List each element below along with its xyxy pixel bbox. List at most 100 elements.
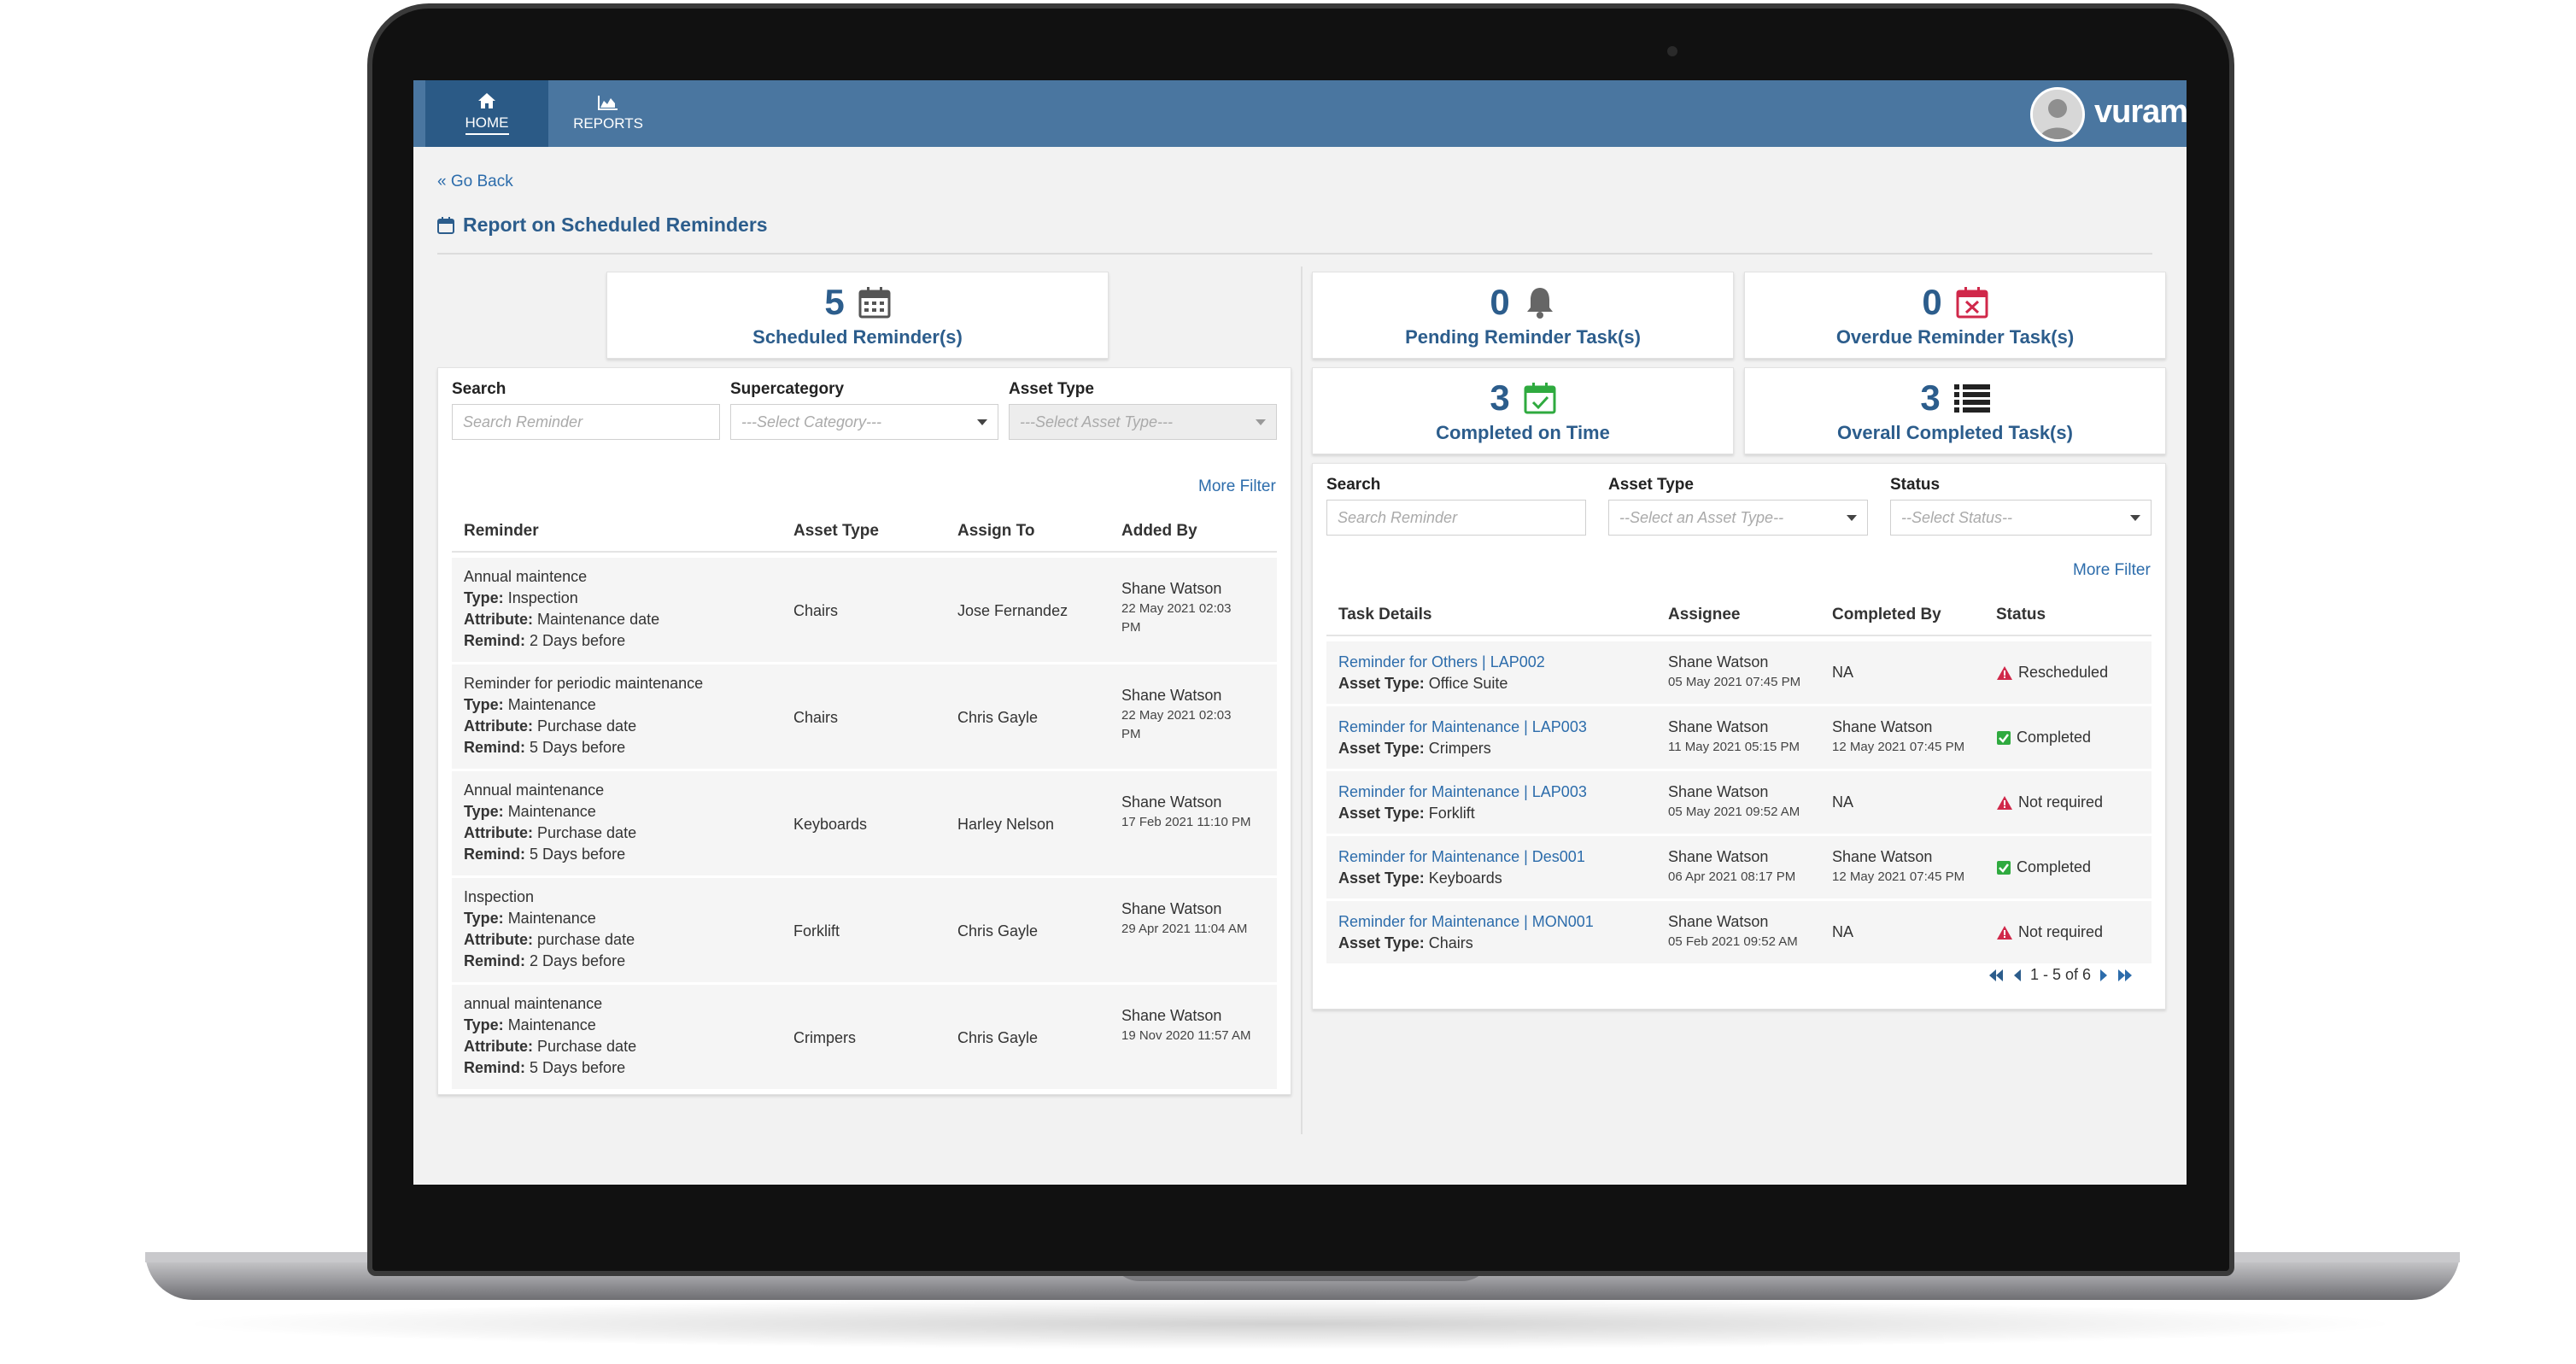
completed-on-time-label: Completed on Time (1436, 422, 1610, 443)
user-avatar[interactable] (2030, 87, 2085, 142)
col-asset-type[interactable]: Asset Type (793, 522, 879, 541)
brand-logo: vuram (2094, 94, 2187, 130)
col-completed-by[interactable]: Completed By (1832, 606, 1941, 624)
asset-type-value: Chairs (1428, 934, 1473, 951)
added-by-cell: Shane Watson 19 Nov 2020 11:57 AM (1121, 1005, 1267, 1045)
col-assign-to[interactable]: Assign To (957, 522, 1034, 541)
type-label: Type: (464, 1016, 504, 1033)
task-asset: Asset Type: Keyboards (1338, 868, 1585, 889)
completed-on: 12 May 2021 07:45 PM (1832, 740, 1965, 754)
first-page-icon[interactable] (1988, 969, 2005, 982)
left-asset-type-select[interactable]: ---Select Asset Type--- (1009, 404, 1277, 440)
added-by-cell: Shane Watson 22 May 2021 02:03 PM (1121, 578, 1267, 637)
remind-label: Remind: (464, 1059, 525, 1076)
reminder-remind: Remind: 2 Days before (464, 951, 635, 972)
task-row[interactable]: Reminder for Maintenance | LAP003 Asset T… (1326, 706, 2152, 771)
list-icon (1953, 384, 1990, 413)
reminder-remind: Remind: 2 Days before (464, 630, 659, 652)
attribute-value: Maintenance date (537, 611, 660, 628)
prev-page-icon[interactable] (2013, 969, 2022, 982)
reminder-type: Type: Maintenance (464, 908, 635, 929)
reminder-row[interactable]: Annual maintenance Type: Maintenance Attri… (452, 771, 1277, 878)
col-added-by[interactable]: Added By (1121, 522, 1197, 541)
added-on-suffix: PM (1121, 620, 1141, 635)
go-back-link[interactable]: « Go Back (437, 173, 513, 191)
left-more-filter-link[interactable]: More Filter (1198, 477, 1276, 496)
assigned-on: 05 May 2021 07:45 PM (1668, 675, 1801, 689)
completed-by-name: Shane Watson (1832, 848, 1933, 865)
asset-type-cell: Chairs (793, 602, 839, 619)
chevron-down-icon (2130, 515, 2140, 521)
reminder-row[interactable]: annual maintenance Type: Maintenance Attri… (452, 985, 1277, 1092)
reminder-remind: Remind: 5 Days before (464, 1057, 636, 1079)
col-status[interactable]: Status (1996, 606, 2046, 624)
next-page-icon[interactable] (2099, 969, 2108, 982)
right-more-filter-link[interactable]: More Filter (2073, 561, 2151, 580)
reminder-row[interactable]: Reminder for periodic maintenance Type: M… (452, 664, 1277, 771)
task-link[interactable]: Reminder for Others | LAP002 (1338, 652, 1545, 673)
assignee-cell: Shane Watson 05 Feb 2021 09:52 AM (1668, 911, 1798, 951)
chevron-down-icon (1847, 515, 1857, 521)
pagination: 1 - 5 of 6 (1988, 966, 2134, 984)
col-task-details[interactable]: Task Details (1338, 606, 1431, 624)
task-details-cell: Reminder for Maintenance | LAP003 Asset T… (1338, 782, 1587, 824)
completed-on-time-count: 3 (1490, 378, 1510, 418)
reminder-type: Type: Maintenance (464, 801, 636, 822)
reminder-details: Annual maintence Type: Inspection Attribut… (464, 566, 659, 652)
calendar-x-icon (1956, 287, 1988, 319)
reminder-remind: Remind: 5 Days before (464, 844, 636, 865)
asset-type-label: Asset Type: (1338, 675, 1425, 692)
supercategory-placeholder: ---Select Category--- (741, 413, 882, 430)
col-reminder[interactable]: Reminder (464, 522, 539, 541)
supercategory-select[interactable]: ---Select Category--- (730, 404, 998, 440)
left-asset-type-placeholder: ---Select Asset Type--- (1020, 413, 1174, 430)
right-search-input[interactable]: Search Reminder (1326, 500, 1586, 536)
last-page-icon[interactable] (2116, 969, 2134, 982)
col-assignee[interactable]: Assignee (1668, 606, 1740, 624)
completed-on-time-card: 3 Completed on Time (1312, 367, 1734, 454)
type-value: Maintenance (507, 910, 596, 927)
task-link[interactable]: Reminder for Maintenance | Des001 (1338, 846, 1585, 868)
asset-type-label: Asset Type: (1338, 934, 1425, 951)
reminder-row[interactable]: Inspection Type: Maintenance Attribute: pu… (452, 878, 1277, 985)
nav-reports-label: REPORTS (573, 115, 643, 132)
type-value: Maintenance (507, 1016, 596, 1033)
task-row[interactable]: Reminder for Maintenance | MON001 Asset T… (1326, 901, 2152, 966)
nav-reports[interactable]: REPORTS (548, 80, 668, 147)
asset-type-label: Asset Type: (1338, 805, 1425, 822)
completed-by-cell: Shane Watson 12 May 2021 07:45 PM (1832, 846, 1964, 887)
assignee-name: Shane Watson (1668, 653, 1769, 670)
header-divider (452, 551, 1277, 553)
remind-value: 5 Days before (530, 739, 626, 756)
status-select[interactable]: --Select Status-- (1890, 500, 2152, 536)
status-text: Completed (2017, 729, 2092, 746)
nav-home[interactable]: HOME (425, 80, 548, 147)
remind-label: Remind: (464, 739, 525, 756)
task-link[interactable]: Reminder for Maintenance | MON001 (1338, 911, 1594, 933)
added-by-name: Shane Watson (1121, 687, 1222, 704)
title-divider (437, 253, 2152, 255)
type-label: Type: (464, 910, 504, 927)
assignee-name: Shane Watson (1668, 783, 1769, 800)
overdue-count: 0 (1922, 282, 1942, 322)
right-asset-type-select[interactable]: --Select an Asset Type-- (1608, 500, 1868, 536)
assignee-cell: Shane Watson 06 Apr 2021 08:17 PM (1668, 846, 1795, 887)
completed-by-name: Shane Watson (1832, 718, 1933, 735)
reminder-attribute: Attribute: purchase date (464, 929, 635, 951)
reminder-row[interactable]: Annual maintence Type: Inspection Attribut… (452, 558, 1277, 664)
reminder-details: Annual maintenance Type: Maintenance Attri… (464, 780, 636, 865)
warning-icon (1997, 795, 2012, 810)
reminder-details: Reminder for periodic maintenance Type: M… (464, 673, 703, 758)
left-search-input[interactable]: Search Reminder (452, 404, 720, 440)
task-asset: Asset Type: Office Suite (1338, 673, 1545, 694)
task-link[interactable]: Reminder for Maintenance | LAP003 (1338, 717, 1587, 738)
task-row[interactable]: Reminder for Maintenance | Des001 Asset T… (1326, 836, 2152, 901)
task-row[interactable]: Reminder for Maintenance | LAP003 Asset T… (1326, 771, 2152, 836)
task-link[interactable]: Reminder for Maintenance | LAP003 (1338, 782, 1587, 803)
right-asset-type-label: Asset Type (1608, 476, 1694, 494)
reminder-title: annual maintenance (464, 995, 603, 1012)
task-details-cell: Reminder for Maintenance | MON001 Asset T… (1338, 911, 1594, 954)
added-by-cell: Shane Watson 17 Feb 2021 11:10 PM (1121, 792, 1267, 832)
task-row[interactable]: Reminder for Others | LAP002 Asset Type: … (1326, 641, 2152, 706)
added-by-name: Shane Watson (1121, 1007, 1222, 1024)
